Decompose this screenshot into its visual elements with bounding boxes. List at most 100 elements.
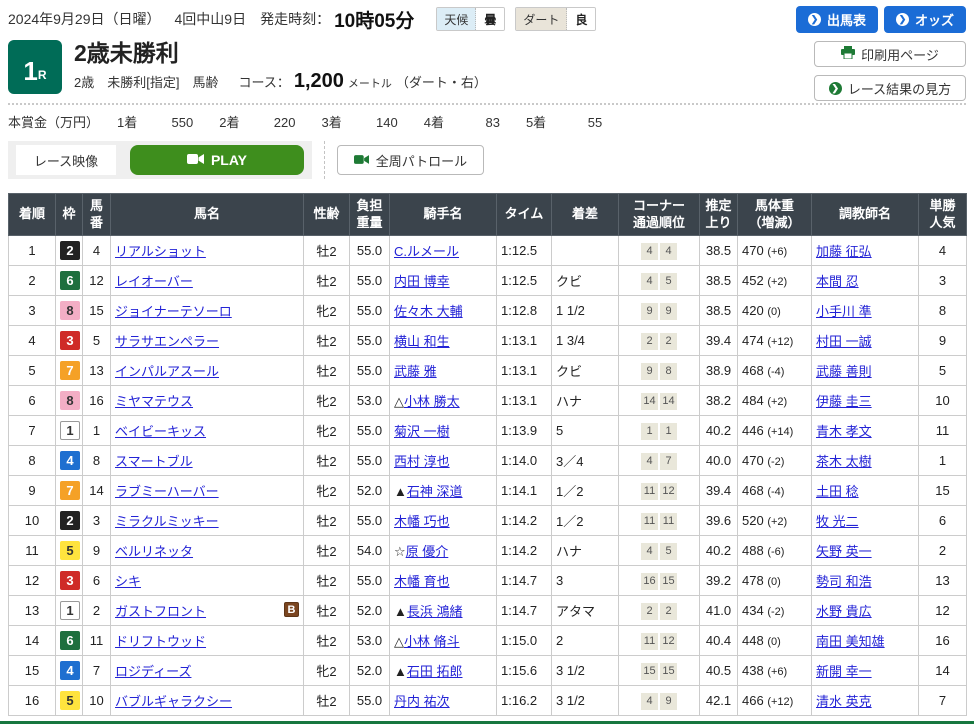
jockey-link[interactable]: 横山 和生 xyxy=(394,334,450,349)
horse-name-link[interactable]: シキ xyxy=(115,574,141,589)
jockey-link[interactable]: 原 優介 xyxy=(406,544,449,559)
trainer-link[interactable]: 伊藤 圭三 xyxy=(816,394,872,409)
impost: 55.0 xyxy=(350,446,390,476)
course-distance: 1,200 xyxy=(294,70,344,93)
trainer-link[interactable]: 村田 一誠 xyxy=(816,334,872,349)
chevron-right-icon: ❯ xyxy=(896,13,909,26)
last-3f: 40.0 xyxy=(700,446,738,476)
odds-label: オッズ xyxy=(915,10,954,29)
body-weight-diff: (+2) xyxy=(767,516,787,528)
entry-table-button[interactable]: ❯ 出馬表 xyxy=(796,6,878,33)
horse-name-link[interactable]: ベイビーキッス xyxy=(115,424,206,439)
col-header-horse-name: 馬名 xyxy=(111,194,304,236)
print-page-label: 印刷用ページ xyxy=(861,45,939,64)
prize-money-row: 本賞金（万円） 1着5502着2203着1404着835着55 xyxy=(8,112,966,132)
race-number: 1 xyxy=(23,58,37,84)
jockey-link[interactable]: 武藤 雅 xyxy=(394,364,437,379)
course-label: コース： xyxy=(238,72,289,91)
finish-position: 14 xyxy=(9,626,56,656)
sex-age: 牝2 xyxy=(304,476,350,506)
trainer-link[interactable]: 勢司 和浩 xyxy=(816,574,872,589)
print-page-button[interactable]: 印刷用ページ xyxy=(814,41,966,67)
trainer-link[interactable]: 武藤 善則 xyxy=(816,364,872,379)
jockey-link[interactable]: 石田 拓郎 xyxy=(407,664,463,679)
trainer-link[interactable]: 加藤 征弘 xyxy=(816,244,872,259)
jockey-link[interactable]: 丹内 祐次 xyxy=(394,694,450,709)
jockey-link[interactable]: 小林 勝太 xyxy=(404,394,460,409)
frame-badge: 8 xyxy=(60,301,80,320)
popularity: 15 xyxy=(919,476,967,506)
jockey-link[interactable]: 石神 深道 xyxy=(407,484,463,499)
popularity: 10 xyxy=(919,386,967,416)
finish-position: 4 xyxy=(9,326,56,356)
horse-name-link[interactable]: レイオーバー xyxy=(115,274,193,289)
horse-number: 2 xyxy=(83,596,111,626)
time: 1:14.1 xyxy=(497,476,552,506)
jockey-link[interactable]: 西村 淳也 xyxy=(394,454,450,469)
trainer-link[interactable]: 清水 英克 xyxy=(816,694,872,709)
horse-name-link[interactable]: ラブミーハーバー xyxy=(115,484,219,499)
jockey-cell: 木幡 育也 xyxy=(390,566,497,596)
frame-badge: 2 xyxy=(60,241,80,260)
table-row: 1236シキ牡255.0木幡 育也1:14.73161539.2478 (0)勢… xyxy=(9,566,967,596)
results-table-body: 124リアルショット牡255.0C.ルメール1:12.54438.5470 (+… xyxy=(9,236,967,716)
jockey-link[interactable]: 木幡 巧也 xyxy=(394,514,450,529)
trainer-link[interactable]: 青木 孝文 xyxy=(816,424,872,439)
jockey-link[interactable]: 小林 脩斗 xyxy=(404,634,460,649)
play-button[interactable]: PLAY xyxy=(130,145,304,175)
col-header-trainer: 調教師名 xyxy=(812,194,919,236)
jockey-link[interactable]: 木幡 育也 xyxy=(394,574,450,589)
odds-button[interactable]: ❯ オッズ xyxy=(884,6,966,33)
horse-number: 5 xyxy=(83,326,111,356)
horse-name-link[interactable]: ミヤマテウス xyxy=(115,394,193,409)
jockey-link[interactable]: C.ルメール xyxy=(394,244,459,259)
jockey-link[interactable]: 内田 博幸 xyxy=(394,274,450,289)
prize-amount: 220 xyxy=(243,115,295,130)
trainer-link[interactable]: 矢野 英一 xyxy=(816,544,872,559)
results-guide-button[interactable]: ❯ レース結果の見方 xyxy=(814,75,966,101)
horse-number: 3 xyxy=(83,506,111,536)
patrol-video-button[interactable]: 全周パトロール xyxy=(337,145,484,175)
sex-age: 牝2 xyxy=(304,386,350,416)
body-weight: 468 xyxy=(742,483,767,498)
last-3f: 38.9 xyxy=(700,356,738,386)
trainer-link[interactable]: 牧 光二 xyxy=(816,514,859,529)
horse-name-link[interactable]: サラサエンペラー xyxy=(115,334,219,349)
time: 1:13.1 xyxy=(497,356,552,386)
corner-position: 12 xyxy=(660,633,677,650)
sex-age: 牡2 xyxy=(304,536,350,566)
horse-name-link[interactable]: バブルギャラクシー xyxy=(115,694,232,709)
last-3f: 42.1 xyxy=(700,686,738,716)
jockey-link[interactable]: 長浜 鴻緒 xyxy=(407,604,463,619)
horse-name-link[interactable]: インパルアスール xyxy=(115,364,219,379)
horse-name-link[interactable]: ガストフロント xyxy=(115,604,206,619)
trainer-link[interactable]: 南田 美知雄 xyxy=(816,634,885,649)
apprentice-mark: ☆ xyxy=(394,544,406,559)
apprentice-mark: △ xyxy=(394,394,404,409)
trainer-link[interactable]: 茶木 太樹 xyxy=(816,454,872,469)
body-weight-cell: 468 (-4) xyxy=(738,476,812,506)
jockey-link[interactable]: 菊沢 一樹 xyxy=(394,424,450,439)
frame-badge: 5 xyxy=(60,691,80,710)
impost: 52.0 xyxy=(350,656,390,686)
finish-position: 13 xyxy=(9,596,56,626)
horse-name-link[interactable]: ドリフトウッド xyxy=(115,634,206,649)
horse-name-link[interactable]: ミラクルミッキー xyxy=(115,514,219,529)
trainer-link[interactable]: 土田 稔 xyxy=(816,484,859,499)
body-weight-diff: (+6) xyxy=(767,246,787,258)
horse-name-link[interactable]: スマートブル xyxy=(115,454,193,469)
horse-name-link[interactable]: リアルショット xyxy=(115,244,206,259)
prize-item: 2着220 xyxy=(219,112,321,131)
popularity: 7 xyxy=(919,686,967,716)
race-video-strip: レース映像 PLAY xyxy=(8,141,312,179)
trainer-link[interactable]: 新開 幸一 xyxy=(816,664,872,679)
jockey-link[interactable]: 佐々木 大輔 xyxy=(394,304,463,319)
trainer-link[interactable]: 本間 忍 xyxy=(816,274,859,289)
trainer-link[interactable]: 小手川 準 xyxy=(816,304,872,319)
horse-name-link[interactable]: ベルリネッタ xyxy=(115,544,193,559)
horse-number: 13 xyxy=(83,356,111,386)
horse-name-link[interactable]: ロジディーズ xyxy=(115,664,191,679)
sex-age: 牡2 xyxy=(304,266,350,296)
trainer-link[interactable]: 水野 貴広 xyxy=(816,604,872,619)
horse-name-link[interactable]: ジョイナーテソーロ xyxy=(115,304,232,319)
